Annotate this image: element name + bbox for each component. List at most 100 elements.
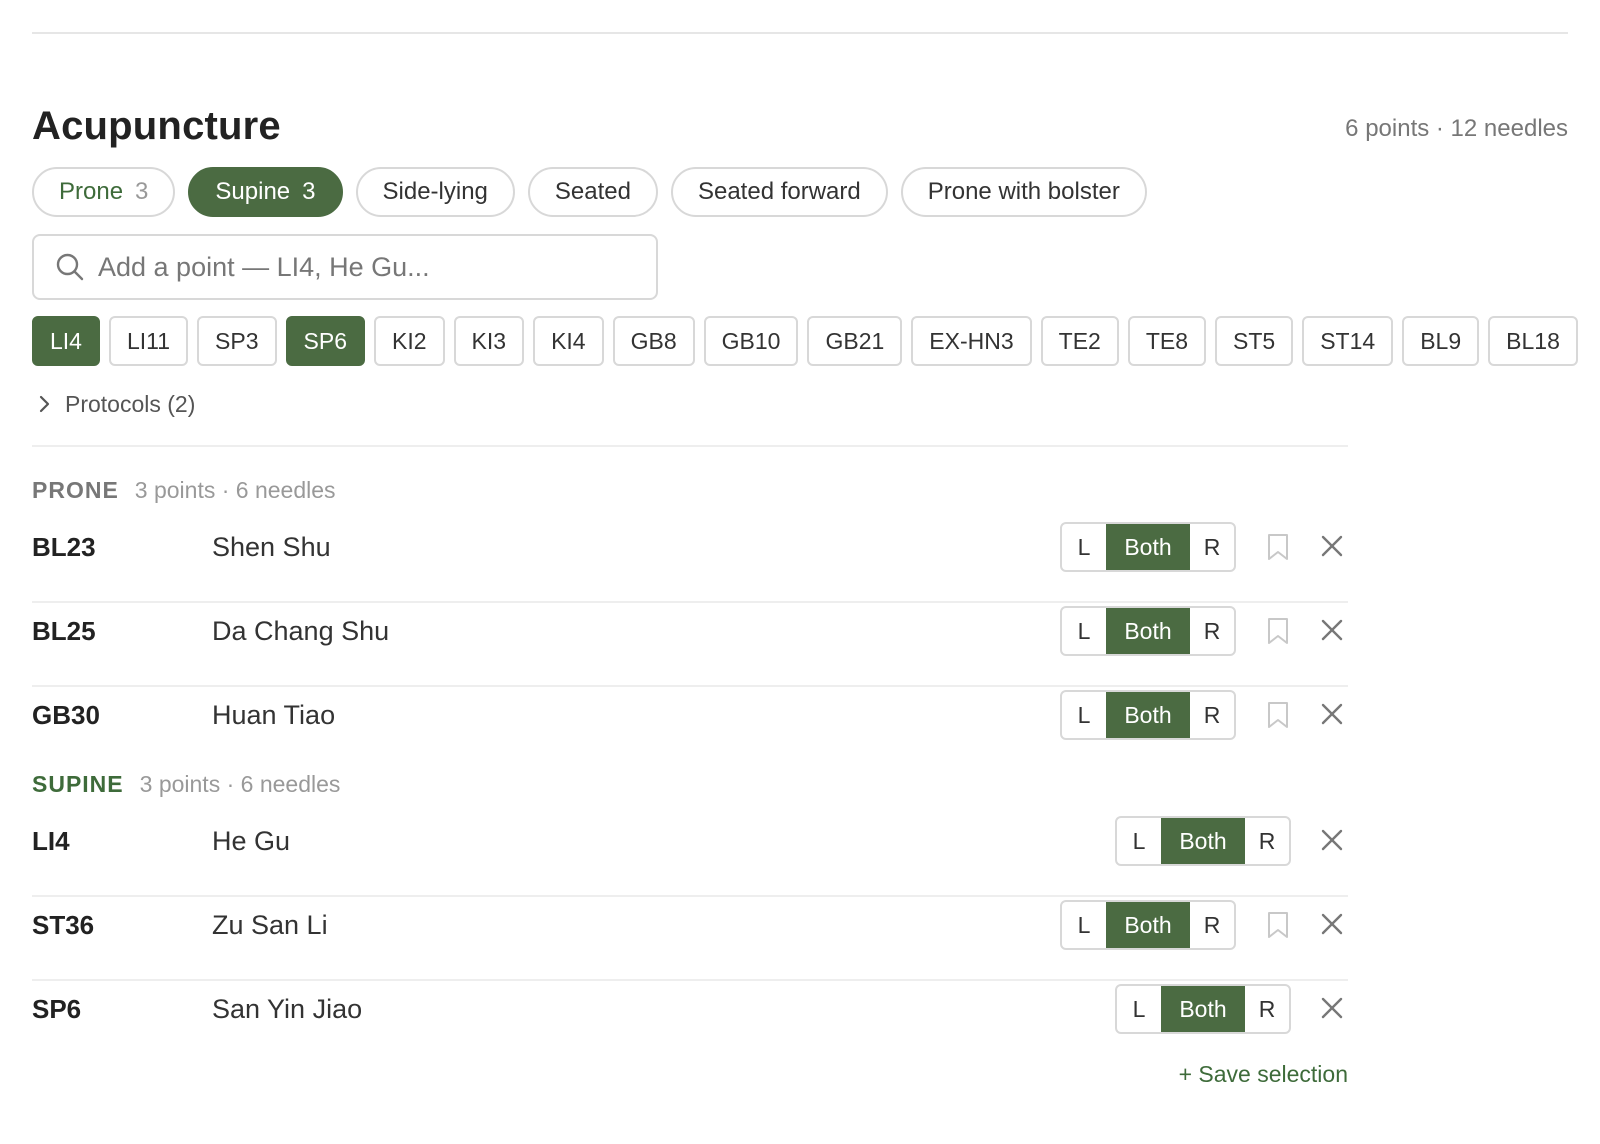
bookmark-icon[interactable] (1266, 533, 1290, 561)
position-tabs: Prone 3 Supine 3 Side-lying Seated Seate… (32, 167, 1147, 217)
group-header-supine: SUPINE 3 points · 6 needles (32, 766, 340, 802)
point-chip-ex-hn3[interactable]: EX-HN3 (911, 316, 1032, 366)
side-right-button[interactable]: R (1190, 902, 1234, 948)
point-chip-sp6[interactable]: SP6 (285, 316, 366, 366)
protocols-toggle[interactable]: Protocols (2) (32, 386, 195, 422)
protocols-label: Protocols (2) (65, 390, 196, 417)
side-right-button[interactable]: R (1190, 524, 1234, 570)
close-icon[interactable] (1320, 617, 1344, 643)
point-name: Huan Tiao (212, 700, 336, 730)
side-both-button[interactable]: Both (1161, 818, 1245, 864)
point-chip-sp3[interactable]: SP3 (197, 316, 277, 366)
page-title: Acupuncture (32, 104, 281, 148)
point-name: Shen Shu (212, 532, 331, 562)
close-icon[interactable] (1320, 827, 1344, 853)
point-name: Da Chang Shu (212, 616, 390, 646)
point-code: GB30 (32, 700, 100, 730)
point-row-st36: ST36 Zu San Li L Both R (32, 897, 1348, 981)
close-icon[interactable] (1320, 911, 1344, 937)
position-tab-count: 3 (135, 178, 149, 205)
position-tab-seated-forward[interactable]: Seated forward (670, 167, 888, 217)
side-left-button[interactable]: L (1117, 986, 1161, 1032)
side-both-button[interactable]: Both (1106, 692, 1190, 738)
side-both-button[interactable]: Both (1106, 902, 1190, 948)
side-right-button[interactable]: R (1190, 692, 1234, 738)
point-chip-ki3[interactable]: KI3 (453, 316, 525, 366)
point-chip-ki4[interactable]: KI4 (533, 316, 604, 366)
point-chip-bl18[interactable]: BL18 (1488, 316, 1578, 366)
point-chip-gb10[interactable]: GB10 (703, 316, 799, 366)
point-code: LI4 (32, 826, 70, 856)
position-tab-label: Prone (59, 178, 124, 205)
point-chip-st14[interactable]: ST14 (1302, 316, 1394, 366)
side-selector: L Both R (1060, 690, 1236, 740)
position-tab-seated[interactable]: Seated (527, 167, 658, 217)
point-chip-st5[interactable]: ST5 (1215, 316, 1294, 366)
position-tab-supine[interactable]: Supine 3 (188, 167, 343, 217)
close-icon[interactable] (1320, 533, 1344, 559)
side-left-button[interactable]: L (1062, 608, 1106, 654)
group-header-prone: PRONE 3 points · 6 needles (32, 472, 336, 508)
point-name: San Yin Jiao (212, 994, 363, 1024)
point-chip-li11[interactable]: LI11 (108, 316, 189, 366)
side-both-button[interactable]: Both (1106, 524, 1190, 570)
search-icon (54, 251, 86, 283)
group-name: SUPINE (32, 770, 124, 797)
side-selector: L Both R (1060, 522, 1236, 572)
position-tab-count: 3 (302, 178, 316, 205)
side-selector: L Both R (1060, 900, 1236, 950)
side-left-button[interactable]: L (1062, 692, 1106, 738)
point-chip-li4[interactable]: LI4 (32, 316, 100, 366)
bookmark-icon[interactable] (1266, 911, 1290, 939)
point-row-gb30: GB30 Huan Tiao L Both R (32, 687, 1348, 771)
point-code: ST36 (32, 910, 95, 940)
position-tab-side-lying[interactable]: Side-lying (355, 167, 515, 217)
group-name: PRONE (32, 476, 119, 503)
side-left-button[interactable]: L (1117, 818, 1161, 864)
point-search[interactable] (32, 234, 658, 300)
save-selection-button[interactable]: + Save selection (1179, 1058, 1348, 1090)
close-icon[interactable] (1320, 995, 1344, 1021)
side-right-button[interactable]: R (1190, 608, 1234, 654)
list-divider (32, 445, 1348, 447)
chevron-right-icon (34, 393, 56, 415)
bookmark-icon[interactable] (1266, 701, 1290, 729)
side-right-button[interactable]: R (1245, 986, 1289, 1032)
point-row-li4: LI4 He Gu L Both R (32, 813, 1348, 897)
close-icon[interactable] (1320, 701, 1344, 727)
side-left-button[interactable]: L (1062, 902, 1106, 948)
position-tab-label: Prone with bolster (927, 178, 1120, 205)
position-tab-label: Supine (215, 178, 291, 205)
needle-summary: 6 points · 12 needles (1345, 115, 1568, 142)
group-summary: 3 points · 6 needles (139, 770, 341, 797)
side-selector: L Both R (1115, 816, 1291, 866)
position-tab-label: Seated forward (697, 178, 861, 205)
side-right-button[interactable]: R (1245, 818, 1289, 864)
bookmark-icon[interactable] (1266, 617, 1290, 645)
point-name: He Gu (212, 826, 291, 856)
side-both-button[interactable]: Both (1106, 608, 1190, 654)
side-both-button[interactable]: Both (1161, 986, 1245, 1032)
position-tab-prone-with-bolster[interactable]: Prone with bolster (900, 167, 1147, 217)
point-row-sp6: SP6 San Yin Jiao L Both R (32, 981, 1348, 1065)
point-row-bl25: BL25 Da Chang Shu L Both R (32, 603, 1348, 687)
point-chip-te8[interactable]: TE8 (1127, 316, 1207, 366)
side-selector: L Both R (1060, 606, 1236, 656)
point-chip-gb21[interactable]: GB21 (807, 316, 903, 366)
point-row-bl23: BL23 Shen Shu L Both R (32, 519, 1348, 603)
search-input[interactable] (98, 251, 618, 283)
page-header: Acupuncture 6 points · 12 needles (32, 98, 1568, 154)
point-chip-gb8[interactable]: GB8 (612, 316, 695, 366)
point-chip-ki2[interactable]: KI2 (374, 316, 445, 366)
position-tab-prone[interactable]: Prone 3 (32, 167, 176, 217)
group-summary: 3 points · 6 needles (134, 476, 336, 503)
point-chip-te2[interactable]: TE2 (1040, 316, 1119, 366)
side-left-button[interactable]: L (1062, 524, 1106, 570)
point-code: BL23 (32, 532, 96, 562)
side-selector: L Both R (1115, 984, 1291, 1034)
position-tab-label: Seated (554, 178, 631, 205)
position-tab-label: Side-lying (382, 178, 488, 205)
point-code: SP6 (32, 994, 82, 1024)
point-chip-bl9[interactable]: BL9 (1402, 316, 1480, 366)
point-code: BL25 (32, 616, 96, 646)
